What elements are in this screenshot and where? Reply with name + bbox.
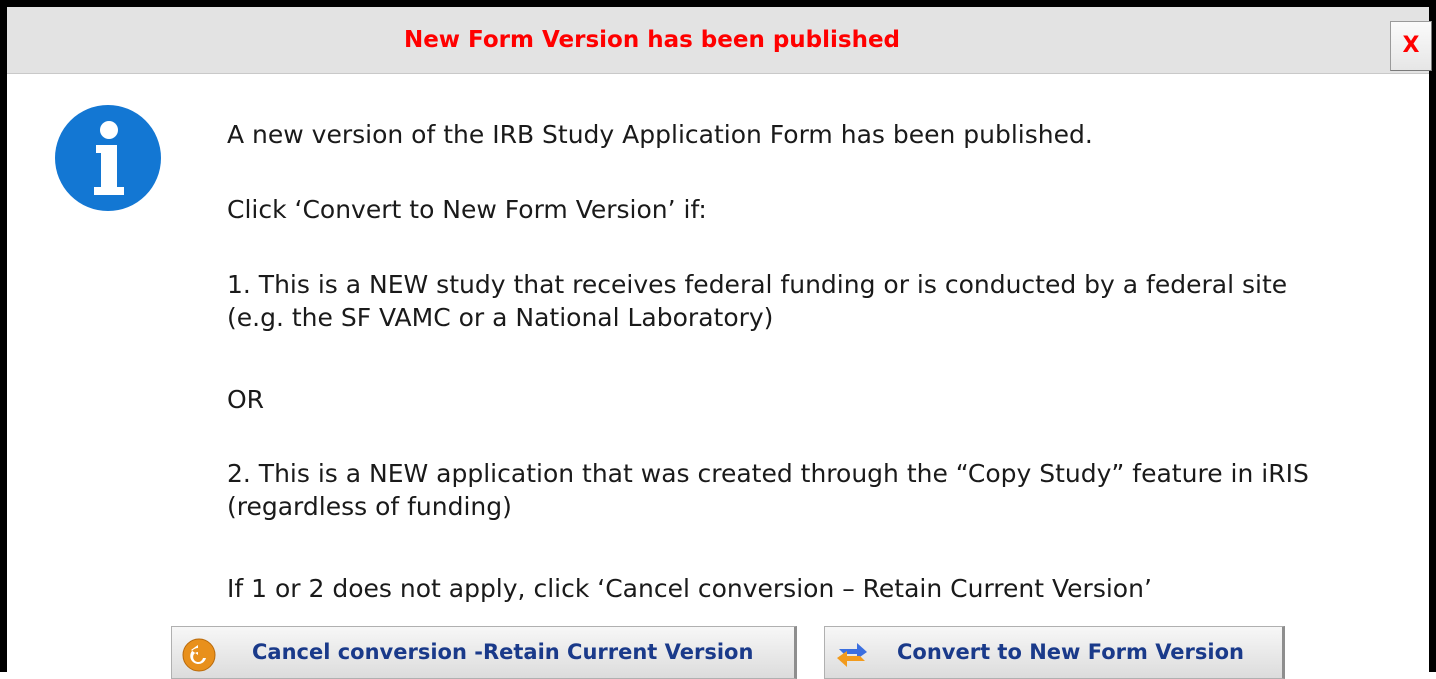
undo-arrow-icon (182, 638, 216, 672)
message-condition-1: 1. This is a NEW study that receives fed… (227, 270, 1288, 332)
message-line-cancel-hint: If 1 or 2 does not apply, click ‘Cancel … (227, 574, 1152, 603)
convert-form-version-button[interactable]: Convert to New Form Version (824, 626, 1285, 679)
dialog-titlebar: New Form Version has been published X (7, 7, 1432, 74)
close-button[interactable]: X (1390, 21, 1432, 71)
cancel-conversion-button[interactable]: Cancel conversion -Retain Current Versio… (171, 626, 797, 679)
message-condition-2: 2. This is a NEW application that was cr… (227, 459, 1309, 521)
swap-arrows-icon (837, 643, 867, 667)
cancel-conversion-label: Cancel conversion -Retain Current Versio… (252, 640, 754, 664)
convert-form-version-label: Convert to New Form Version (897, 640, 1244, 664)
message-or: OR (227, 385, 265, 414)
message-line-instruction: Click ‘Convert to New Form Version’ if: (227, 195, 707, 224)
info-icon (55, 105, 161, 211)
new-form-version-dialog: New Form Version has been published X A … (0, 0, 1436, 679)
dialog-title: New Form Version has been published (403, 27, 901, 53)
message-line-published: A new version of the IRB Study Applicati… (227, 120, 1093, 149)
